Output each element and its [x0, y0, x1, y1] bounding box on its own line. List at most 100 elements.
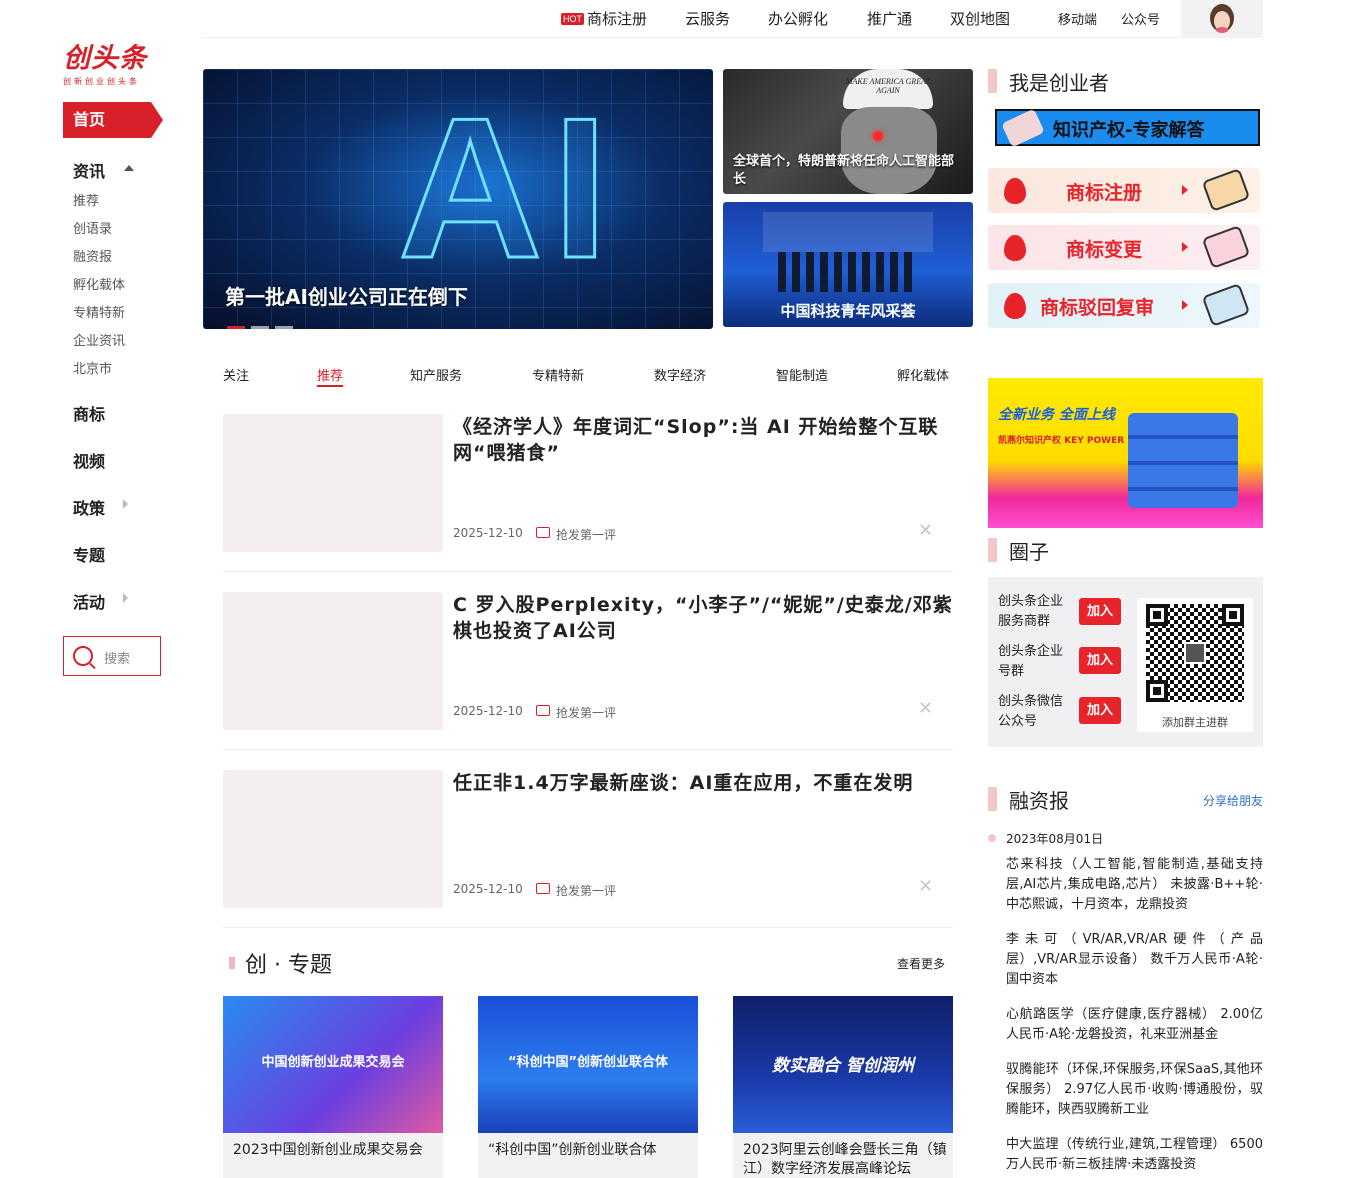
- article-title[interactable]: 任正非1.4万字最新座谈：AI重在应用，不重在发明: [453, 770, 953, 796]
- funding-item[interactable]: 心航路医学（医疗健康,医疗器械） 2.00亿人民币·A轮·龙磐投资，礼来亚洲基金: [1006, 1005, 1263, 1045]
- funding-date: 2023年08月01日: [1006, 832, 1104, 846]
- trademark-register-button[interactable]: 商标注册: [988, 168, 1260, 213]
- sidebar-item-policy[interactable]: 政策: [73, 495, 105, 519]
- trademark-change-button[interactable]: 商标变更: [988, 225, 1260, 270]
- group-name: 创头条企业服务商群: [998, 594, 1064, 629]
- hat-text: MAKE AMERICA GREAT AGAIN: [845, 77, 931, 95]
- close-icon[interactable]: ✕: [918, 520, 933, 541]
- ip-expert-banner[interactable]: 知识产权-专家解答: [995, 108, 1260, 148]
- comment-icon: [536, 883, 550, 894]
- article-item[interactable]: 任正非1.4万字最新座谈：AI重在应用，不重在发明 2025-12-10 抢发第…: [223, 770, 953, 928]
- funding-section-title: 融资报: [1009, 789, 1069, 813]
- sidebar-item-trademark[interactable]: 商标: [73, 401, 105, 425]
- carousel-dot[interactable]: [227, 326, 245, 329]
- qr-finder: [1222, 604, 1244, 626]
- fire-icon: [1004, 293, 1026, 319]
- tab-smart-manufacturing[interactable]: 智能制造: [776, 365, 828, 384]
- topnav-map-link[interactable]: 双创地图: [950, 8, 1010, 29]
- sidebar-item-news[interactable]: 资讯: [73, 158, 105, 182]
- search-input[interactable]: 搜索: [63, 636, 161, 676]
- trademark-review-button[interactable]: 商标驳回复审: [988, 283, 1260, 328]
- article-thumbnail[interactable]: [223, 414, 443, 552]
- service-label: 商标注册: [1066, 182, 1143, 204]
- article-thumbnail[interactable]: [223, 770, 443, 908]
- topnav-mobile-link[interactable]: 移动端: [1058, 9, 1097, 28]
- topnav-trademark-link[interactable]: HOT 商标注册: [561, 8, 647, 29]
- funding-item[interactable]: 中大监理（传统行业,建筑,工程管理） 6500万人民币·新三板挂牌·未透露投资: [1006, 1135, 1263, 1175]
- tab-digital-economy[interactable]: 数字经济: [654, 365, 706, 384]
- books-illustration: [1128, 413, 1238, 508]
- topnav-office-link[interactable]: 办公孵化: [768, 8, 828, 29]
- chevron-right-icon: [123, 499, 128, 509]
- topnav-cloud-link[interactable]: 云服务: [685, 8, 730, 29]
- topic-card[interactable]: 数实融合 智创润州 2023阿里云创峰会暨长三角（镇江）数字经济发展高峰论坛: [733, 996, 953, 1178]
- qr-code-icon: [1146, 604, 1244, 702]
- sidebar-item-event[interactable]: 活动: [73, 589, 105, 613]
- article-title[interactable]: 《经济学人》年度词汇“Slop”:当 AI 开始给整个互联网“喂猪食”: [453, 414, 953, 466]
- arrow-right-icon: [1182, 242, 1188, 252]
- site-logo[interactable]: 创头条 创新创业创头条: [63, 36, 147, 87]
- qr-code-card: 添加群主进群: [1137, 598, 1253, 732]
- topic-card[interactable]: “科创中国”创新创业联合体 “科创中国”创新创业联合体: [478, 996, 698, 1178]
- topic-caption: 2023中国创新创业成果交易会: [233, 1142, 423, 1158]
- sidebar-subitem-specialized[interactable]: 专精特新: [73, 302, 125, 321]
- hat-graphic: MAKE AMERICA GREAT AGAIN: [843, 69, 933, 109]
- carousel-dot[interactable]: [251, 326, 269, 329]
- sidebar-item-home[interactable]: 首页: [63, 102, 163, 138]
- article-title[interactable]: C 罗入股Perplexity，“小李子”/“妮妮”/史泰龙/邓紫棋也投资了AI…: [453, 592, 953, 644]
- close-icon[interactable]: ✕: [918, 698, 933, 719]
- funding-item[interactable]: 李未可（VR/AR,VR/AR硬件（产品层）,VR/AR显示设备） 数千万人民币…: [1006, 930, 1263, 990]
- topic-banner: 中国创新创业成果交易会: [223, 996, 443, 1133]
- sidebar-item-topic[interactable]: 专题: [73, 542, 105, 566]
- tab-ip-service[interactable]: 知产服务: [410, 365, 462, 384]
- sidebar-subitem-funding[interactable]: 融资报: [73, 246, 112, 265]
- promo-banner[interactable]: 全新业务 全面上线 凯燕尔知识产权 KEY POWER: [988, 378, 1263, 528]
- sidebar-item-video[interactable]: 视频: [73, 448, 105, 472]
- funding-item[interactable]: 驭腾能环（环保,环保服务,环保SaaS,其他环保服务） 2.97亿人民币·收购·…: [1006, 1060, 1263, 1120]
- entrepreneur-section-title: 我是创业者: [1009, 71, 1109, 95]
- join-button[interactable]: 加入: [1079, 697, 1121, 724]
- featured-card-youth[interactable]: 中国科技青年风采荟: [723, 202, 973, 327]
- comment-link[interactable]: 抢发第一评: [556, 526, 616, 543]
- article-item[interactable]: C 罗入股Perplexity，“小李子”/“妮妮”/史泰龙/邓紫棋也投资了AI…: [223, 592, 953, 750]
- hero-carousel[interactable]: AI 第一批AI创业公司正在倒下: [203, 69, 713, 329]
- topnav-promo-link[interactable]: 推广通: [867, 8, 912, 29]
- logo-text: 创头条: [63, 43, 147, 74]
- featured-card-ai-minister[interactable]: MAKE AMERICA GREAT AGAIN 全球首个，特朗普新将任命人工智…: [723, 69, 973, 194]
- share-link[interactable]: 分享给朋友: [1203, 792, 1263, 809]
- sidebar-subitem-recommend[interactable]: 推荐: [73, 190, 99, 209]
- article-date: 2025-12-10: [453, 526, 523, 540]
- topnav-official-link[interactable]: 公众号: [1121, 9, 1160, 28]
- join-button[interactable]: 加入: [1079, 598, 1121, 625]
- join-button[interactable]: 加入: [1079, 647, 1121, 674]
- ip-banner-text: 知识产权-专家解答: [1053, 120, 1205, 141]
- topic-caption: “科创中国”创新创业联合体: [488, 1142, 657, 1158]
- logo-slogan: 创新创业创头条: [63, 77, 140, 86]
- sidebar-subitem-company-news[interactable]: 企业资讯: [73, 330, 125, 349]
- tab-specialized[interactable]: 专精特新: [532, 365, 584, 384]
- user-avatar-button[interactable]: [1181, 0, 1263, 38]
- article-thumbnail[interactable]: [223, 592, 443, 730]
- comment-link[interactable]: 抢发第一评: [556, 704, 616, 721]
- robot-eye-graphic: [873, 131, 883, 141]
- circle-groups-panel: 创头条企业服务商群 加入 创头条企业号群 加入 创头条微信公众号 加入 添加群主…: [988, 577, 1263, 747]
- topics-more-link[interactable]: 查看更多: [897, 955, 945, 972]
- fire-icon: [1004, 235, 1026, 261]
- sidebar-subitem-incubator[interactable]: 孵化载体: [73, 274, 125, 293]
- hero-caption[interactable]: 第一批AI创业公司正在倒下: [225, 281, 468, 310]
- article-item[interactable]: 《经济学人》年度词汇“Slop”:当 AI 开始给整个互联网“喂猪食” 2025…: [223, 414, 953, 572]
- section-marker: [988, 787, 997, 811]
- tab-recommend[interactable]: 推荐: [317, 365, 344, 387]
- stamp-icon: [1001, 108, 1045, 148]
- carousel-dot[interactable]: [275, 326, 293, 329]
- book-icon: [1201, 225, 1251, 269]
- topic-card[interactable]: 中国创新创业成果交易会 2023中国创新创业成果交易会: [223, 996, 443, 1178]
- close-icon[interactable]: ✕: [918, 876, 933, 897]
- top-nav: HOT 商标注册 云服务 办公孵化 推广通 双创地图 移动端 公众号: [203, 0, 1263, 38]
- sidebar-subitem-beijing[interactable]: 北京市: [73, 358, 112, 377]
- tab-follow[interactable]: 关注: [223, 365, 249, 384]
- tab-incubator[interactable]: 孵化载体: [897, 365, 949, 384]
- comment-link[interactable]: 抢发第一评: [556, 882, 616, 899]
- funding-item[interactable]: 芯来科技（人工智能,智能制造,基础支持层,AI芯片,集成电路,芯片） 未披露·B…: [1006, 855, 1263, 915]
- sidebar-subitem-quotes[interactable]: 创语录: [73, 218, 112, 237]
